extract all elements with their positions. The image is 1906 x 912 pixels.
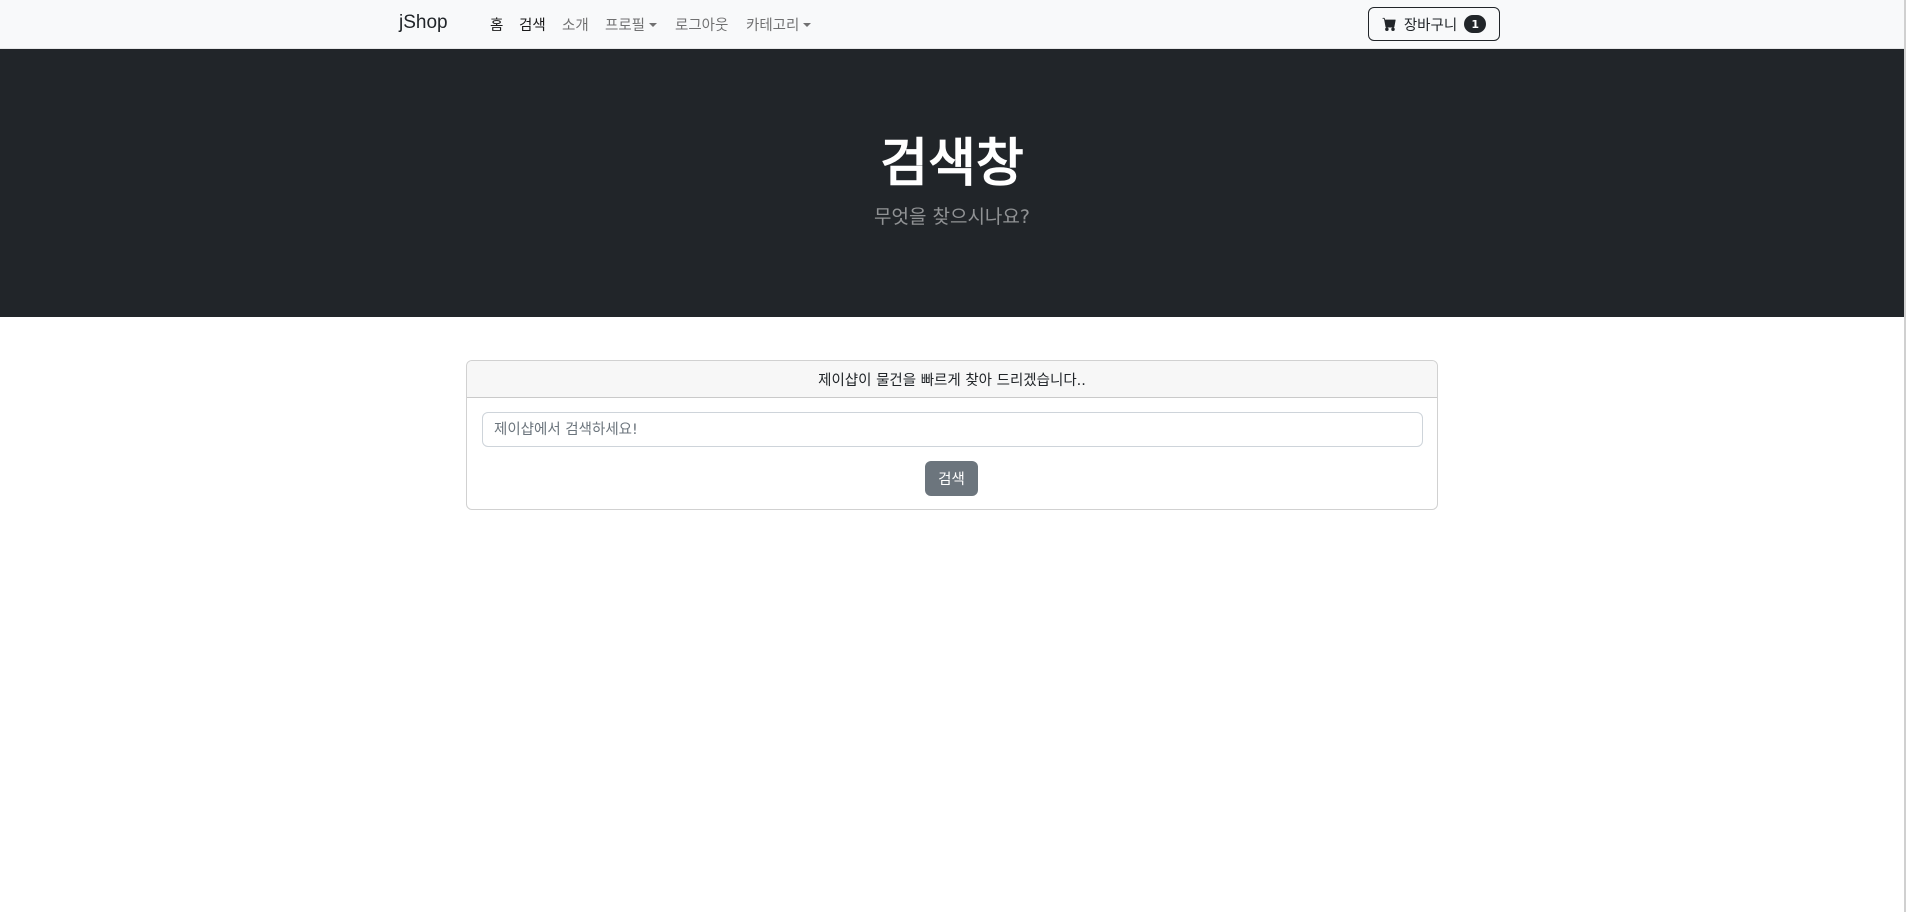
cart-count-badge: 1: [1464, 15, 1487, 33]
cart-button[interactable]: 장바구니 1: [1368, 7, 1500, 41]
search-input[interactable]: [482, 412, 1423, 447]
search-button[interactable]: 검색: [925, 461, 978, 496]
nav-link-about[interactable]: 소개: [562, 14, 589, 35]
page-title: 검색창: [880, 134, 1024, 194]
search-card-header: 제이샵이 물건을 빠르게 찾아 드리겠습니다..: [467, 361, 1437, 398]
nav-dropdown-category-label: 카테고리: [746, 18, 800, 34]
caret-down-icon: [649, 23, 658, 27]
top-navbar: jShop 홈 검색 소개 프로필 로그아웃 카테고리 장바구니 1: [0, 0, 1906, 49]
brand-logo-link[interactable]: jShop: [399, 12, 448, 34]
page-subtitle: 무엇을 찾으시나요?: [874, 206, 1030, 228]
nav-dropdown-profile[interactable]: 프로필: [605, 14, 658, 35]
nav-link-home[interactable]: 홈: [490, 14, 503, 35]
caret-down-icon: [803, 23, 812, 27]
hero-banner: 검색창 무엇을 찾으시나요?: [0, 49, 1904, 317]
nav-dropdown-profile-label: 프로필: [605, 18, 646, 34]
nav-link-logout[interactable]: 로그아웃: [675, 14, 728, 35]
cart-icon: [1382, 17, 1397, 31]
cart-label: 장바구니: [1403, 17, 1458, 34]
nav-dropdown-category[interactable]: 카테고리: [746, 14, 812, 35]
search-card: 제이샵이 물건을 빠르게 찾아 드리겠습니다.. 검색: [466, 360, 1438, 510]
nav-link-search[interactable]: 검색: [519, 14, 546, 35]
